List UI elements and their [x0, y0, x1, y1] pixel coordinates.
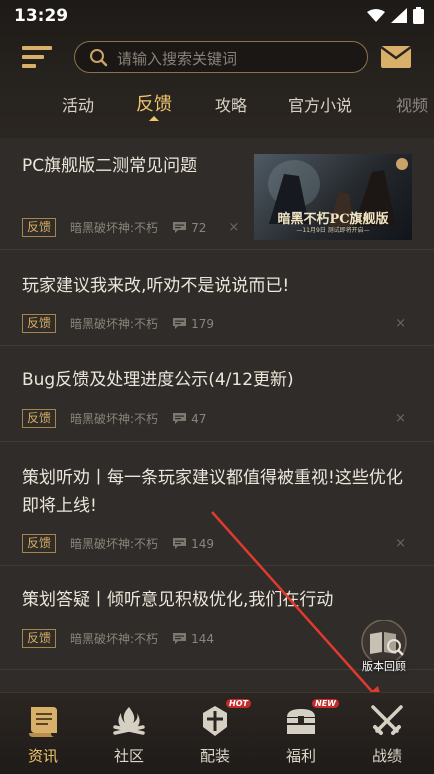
article-title[interactable]: 策划答疑丨倾听意见积极优化,我们在行动	[22, 586, 333, 614]
scroll-icon	[29, 707, 57, 737]
article-title[interactable]: PC旗舰版二测常见问题	[22, 152, 197, 180]
crossed-swords-icon	[371, 705, 403, 735]
category-tabs: 活动 反馈 攻略 官方小说 视频	[0, 84, 434, 124]
status-time: 13:29	[14, 6, 69, 26]
status-icons	[367, 7, 424, 24]
list-item[interactable]: 玩家建议我来改,听劝不是说说而已! 反馈 暗黑破坏神:不朽 179 ×	[0, 250, 434, 346]
hot-badge: HOT	[226, 699, 251, 708]
search-input[interactable]: 请输入搜索关键词	[117, 48, 237, 69]
article-meta: 反馈 暗黑破坏神:不朽 47	[22, 409, 206, 428]
search-icon	[90, 49, 108, 67]
article-title[interactable]: 玩家建议我来改,听劝不是说说而已!	[22, 272, 289, 300]
article-meta: 反馈 暗黑破坏神:不朽 144	[22, 629, 214, 648]
nav-community[interactable]: 社区	[86, 693, 172, 774]
book-magnifier-icon	[361, 620, 407, 660]
menu-button[interactable]	[20, 42, 54, 74]
article-thumbnail[interactable]: 暗黑不朽PC旗舰版 —11月9日 测试即将开启—	[254, 154, 412, 240]
comment-icon	[173, 633, 187, 644]
signal-icon	[391, 8, 407, 23]
article-author: 暗黑破坏神:不朽	[70, 412, 159, 426]
article-meta: 反馈 暗黑破坏神:不朽 149	[22, 534, 214, 553]
status-bar: 13:29	[0, 0, 434, 32]
article-meta: 反馈 暗黑破坏神:不朽 179	[22, 314, 214, 333]
dismiss-button[interactable]: ×	[228, 220, 239, 235]
nav-build-label: 配装	[199, 747, 230, 765]
bottom-navigation: 资讯 社区 HOT 配装 NEW 福利 战绩	[0, 692, 434, 774]
article-title-line-2[interactable]: 即将上线!	[22, 492, 97, 520]
article-author: 暗黑破坏神:不朽	[70, 632, 159, 646]
list-item[interactable]: Bug反馈及处理进度公示(4/12更新) 反馈 暗黑破坏神:不朽 47 ×	[0, 346, 434, 442]
nav-records[interactable]: 战绩	[344, 693, 430, 774]
comment-icon	[173, 538, 187, 549]
campfire-icon	[113, 707, 145, 735]
new-badge: NEW	[312, 699, 339, 708]
list-item[interactable]: 策划听劝丨每一条玩家建议都值得被重视!这些优化 即将上线! 反馈 暗黑破坏神:不…	[0, 442, 434, 566]
article-author: 暗黑破坏神:不朽	[70, 537, 159, 551]
version-review-label: 版本回顾	[362, 660, 406, 673]
list-item[interactable]: PC旗舰版二测常见问题 反馈 暗黑破坏神:不朽 72 × 暗黑不朽PC旗舰版 —…	[0, 138, 434, 250]
battery-icon	[413, 7, 424, 24]
article-author: 暗黑破坏神:不朽	[70, 317, 159, 331]
comment-icon	[173, 413, 187, 424]
comment-count: 179	[191, 316, 214, 331]
thumbnail-subtitle: —11月9日 测试即将开启—	[296, 227, 370, 234]
wifi-icon	[367, 8, 385, 22]
nav-records-label: 战绩	[371, 747, 402, 765]
article-title[interactable]: Bug反馈及处理进度公示(4/12更新)	[22, 366, 294, 394]
category-tag: 反馈	[22, 629, 57, 648]
nav-community-label: 社区	[113, 747, 144, 765]
nav-benefits-label: 福利	[285, 747, 316, 765]
helmet-icon	[203, 706, 227, 736]
nav-build[interactable]: HOT 配装	[172, 693, 258, 774]
search-bar[interactable]: 请输入搜索关键词	[74, 41, 368, 73]
header: 13:29 请输入搜索关键词 活动 反馈 攻略 官方小说 视频	[0, 0, 434, 138]
tab-activities[interactable]: 活动	[62, 92, 94, 116]
dismiss-button[interactable]: ×	[395, 536, 406, 551]
category-tag: 反馈	[22, 314, 57, 333]
tab-official-novel[interactable]: 官方小说	[288, 92, 352, 116]
nav-benefits[interactable]: NEW 福利	[258, 693, 344, 774]
comment-count: 149	[191, 536, 214, 551]
comment-icon	[173, 222, 187, 233]
tab-videos[interactable]: 视频	[396, 92, 428, 116]
menu-icon	[22, 46, 52, 68]
chest-icon	[287, 709, 315, 734]
tab-guides[interactable]: 攻略	[215, 92, 247, 116]
category-tag: 反馈	[22, 409, 57, 428]
comment-count: 47	[191, 411, 207, 426]
version-review-button[interactable]: 版本回顾	[354, 620, 414, 676]
comment-count: 144	[191, 631, 214, 646]
comment-icon	[173, 318, 187, 329]
nav-news[interactable]: 资讯	[0, 693, 86, 774]
article-author: 暗黑破坏神:不朽	[70, 221, 159, 235]
nav-news-label: 资讯	[27, 747, 58, 765]
tab-feedback[interactable]: 反馈	[136, 90, 172, 116]
dismiss-button[interactable]: ×	[395, 411, 406, 426]
dismiss-button[interactable]: ×	[395, 316, 406, 331]
active-tab-indicator	[149, 116, 159, 121]
category-tag: 反馈	[22, 534, 57, 553]
mail-button[interactable]	[380, 45, 412, 69]
category-tag: 反馈	[22, 218, 57, 237]
article-title-line-1[interactable]: 策划听劝丨每一条玩家建议都值得被重视!这些优化	[22, 464, 403, 492]
mail-icon	[380, 45, 412, 68]
comment-count: 72	[191, 220, 207, 235]
article-meta: 反馈 暗黑破坏神:不朽 72 ×	[22, 218, 239, 237]
